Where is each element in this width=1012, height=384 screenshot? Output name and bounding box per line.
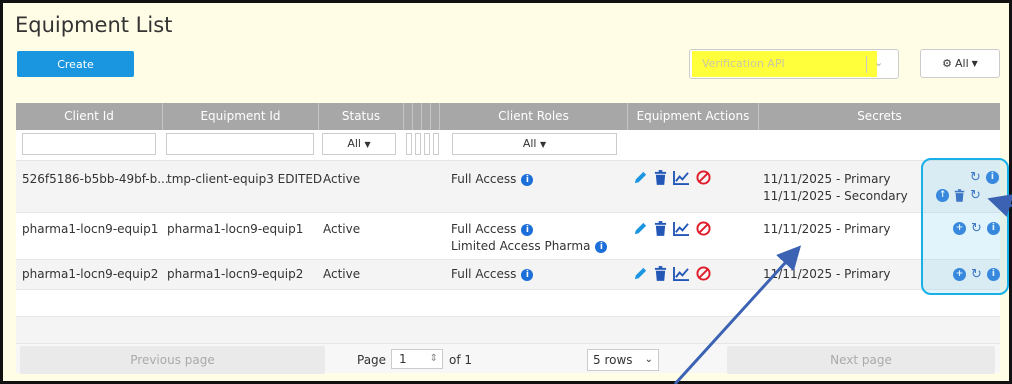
- col-hidden-4: [431, 103, 440, 130]
- roles-filter-label: All: [522, 137, 537, 150]
- equipment-actions: [633, 221, 711, 236]
- col-client-id[interactable]: Client Id: [16, 103, 163, 130]
- caret-down-icon: ▼: [364, 140, 371, 149]
- trash-icon[interactable]: [654, 170, 667, 185]
- pencil-icon[interactable]: [633, 221, 648, 236]
- page-title: Equipment List: [15, 13, 173, 37]
- hidden-filter-3[interactable]: [424, 133, 430, 155]
- client-id-cell[interactable]: 526f5186-b5bb-49bf-b...: [22, 172, 169, 186]
- equipment-id-cell[interactable]: pharma1-locn9-equip2: [167, 267, 303, 281]
- hidden-filter-4[interactable]: [433, 133, 439, 155]
- page-number-value: 1: [399, 352, 407, 366]
- status-filter-label: All: [347, 137, 361, 150]
- page-number-input[interactable]: 1 ⇕: [391, 349, 443, 369]
- status-cell: Active: [323, 267, 361, 281]
- rows-per-page-value: 5 rows: [593, 353, 633, 367]
- annotation-highlight-box: [921, 158, 1009, 295]
- role-label: Limited Access Pharma: [451, 239, 591, 253]
- verification-api-select[interactable]: Verification API ⌄: [689, 49, 899, 79]
- info-icon[interactable]: i: [521, 223, 534, 236]
- equipment-id-filter-input[interactable]: [166, 133, 314, 155]
- roles-filter-select[interactable]: All ▼: [452, 133, 617, 155]
- filter-row: All ▼ All ▼: [16, 130, 1000, 161]
- client-id-filter-input[interactable]: [22, 133, 156, 155]
- chart-line-icon[interactable]: [673, 266, 690, 281]
- role-cell: Full Access i: [451, 172, 534, 186]
- caret-down-icon: ▼: [539, 140, 547, 149]
- trash-icon[interactable]: [654, 221, 667, 236]
- select-divider: [866, 56, 867, 73]
- col-client-roles[interactable]: Client Roles: [440, 103, 628, 130]
- role-label: Full Access: [451, 172, 517, 186]
- col-secrets[interactable]: Secrets: [759, 103, 1000, 130]
- equipment-actions: [633, 170, 711, 185]
- col-hidden-3: [422, 103, 431, 130]
- pagination: Previous page Page 1 ⇕ of 1 5 rows ⌄ Next …: [16, 344, 1000, 374]
- all-dropdown-label: All: [955, 57, 969, 70]
- table-header: Client Id Equipment Id Status Client Rol…: [16, 103, 1000, 130]
- col-equipment-id[interactable]: Equipment Id: [163, 103, 319, 130]
- col-hidden-2: [413, 103, 422, 130]
- secret-primary: 11/11/2025 - Primary: [763, 222, 891, 236]
- col-equipment-actions[interactable]: Equipment Actions: [628, 103, 759, 130]
- ban-icon[interactable]: [696, 170, 711, 185]
- chart-line-icon[interactable]: [673, 221, 690, 236]
- info-icon[interactable]: i: [595, 240, 608, 253]
- client-id-cell[interactable]: pharma1-locn9-equip2: [22, 267, 158, 281]
- status-filter-select[interactable]: All ▼: [322, 133, 396, 155]
- stepper-icon[interactable]: ⇕: [430, 350, 442, 368]
- chevron-down-icon: ⌄: [644, 354, 653, 365]
- role-cell: Full Access i: [451, 267, 534, 281]
- trash-icon[interactable]: [654, 266, 667, 281]
- gear-icon: ⚙: [942, 57, 953, 70]
- equipment-table: Client Id Equipment Id Status Client Rol…: [16, 103, 1000, 374]
- role-cell: Limited Access Pharma i: [451, 239, 608, 253]
- col-hidden-1: [404, 103, 413, 130]
- table-row-empty: [16, 290, 1000, 317]
- info-icon[interactable]: i: [521, 173, 534, 186]
- role-label: Full Access: [451, 267, 517, 281]
- equipment-id-cell[interactable]: pharma1-locn9-equip1: [167, 222, 303, 236]
- caret-down-icon: ▼: [971, 59, 978, 68]
- create-button[interactable]: Create: [17, 51, 134, 77]
- chart-line-icon[interactable]: [673, 170, 690, 185]
- table-row[interactable]: pharma1-locn9-equip1 pharma1-locn9-equip…: [16, 213, 1000, 260]
- hidden-filter-2[interactable]: [415, 133, 421, 155]
- page-label: Page: [357, 353, 387, 367]
- rows-per-page-select[interactable]: 5 rows ⌄: [587, 349, 659, 371]
- role-label: Full Access: [451, 222, 517, 236]
- previous-page-button[interactable]: Previous page: [20, 346, 325, 374]
- info-icon[interactable]: i: [521, 268, 534, 281]
- verification-select-value: Verification API: [702, 57, 785, 70]
- chevron-down-icon: ⌄: [874, 56, 884, 69]
- client-id-cell[interactable]: pharma1-locn9-equip1: [22, 222, 158, 236]
- next-page-button[interactable]: Next page: [727, 346, 995, 374]
- secret-primary: 11/11/2025 - Primary: [763, 267, 891, 281]
- ban-icon[interactable]: [696, 266, 711, 281]
- role-cell: Full Access i: [451, 222, 534, 236]
- equipment-actions: [633, 266, 711, 281]
- hidden-filter-1[interactable]: [406, 133, 412, 155]
- table-row[interactable]: pharma1-locn9-equip2 pharma1-locn9-equip…: [16, 260, 1000, 290]
- table-row-empty: [16, 317, 1000, 344]
- status-cell: Active: [323, 172, 361, 186]
- status-cell: Active: [323, 222, 361, 236]
- pencil-icon[interactable]: [633, 170, 648, 185]
- page-count: of 1: [449, 353, 473, 367]
- ban-icon[interactable]: [696, 221, 711, 236]
- secret-primary: 11/11/2025 - Primary: [763, 172, 891, 186]
- equipment-id-cell[interactable]: tmp-client-equip3 EDITED: [167, 172, 322, 186]
- col-status[interactable]: Status: [319, 103, 404, 130]
- settings-all-dropdown[interactable]: ⚙ All ▼: [920, 49, 1000, 78]
- pencil-icon[interactable]: [633, 266, 648, 281]
- table-row[interactable]: 526f5186-b5bb-49bf-b... tmp-client-equip…: [16, 161, 1000, 213]
- secret-secondary: 11/11/2025 - Secondary: [763, 189, 908, 203]
